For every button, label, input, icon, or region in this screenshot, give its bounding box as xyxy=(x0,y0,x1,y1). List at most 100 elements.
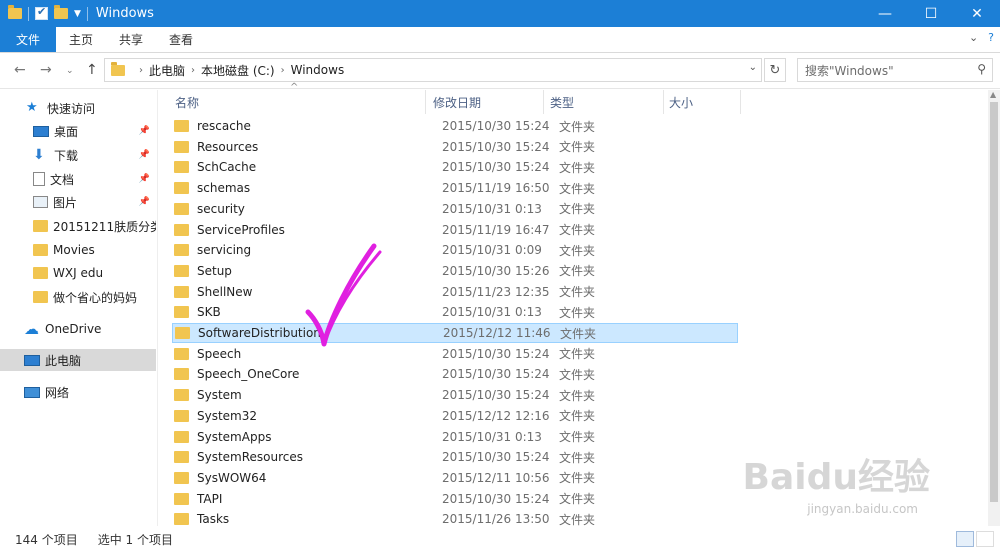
file-row[interactable]: TAPI 2015/10/30 15:24 文件夹 xyxy=(172,489,738,509)
file-date: 2015/10/30 15:26 xyxy=(442,263,550,278)
file-row[interactable]: SKB 2015/10/31 0:13 文件夹 xyxy=(172,302,738,322)
file-row[interactable]: ShellNew 2015/11/23 12:35 文件夹 xyxy=(172,282,738,302)
help-icon[interactable]: ? xyxy=(988,31,994,44)
tab-share[interactable]: 共享 xyxy=(106,27,156,52)
sidebar-item-pictures[interactable]: 图片 📌 xyxy=(0,191,156,213)
tab-home[interactable]: 主页 xyxy=(56,27,106,52)
address-bar[interactable]: › 此电脑 › 本地磁盘 (C:) › Windows ⌄ xyxy=(104,58,762,82)
tab-view[interactable]: 查看 xyxy=(156,27,206,52)
file-row[interactable]: SoftwareDistribution 2015/12/12 11:46 文件夹 xyxy=(172,323,738,343)
sidebar-item-label: 做个省心的妈妈 xyxy=(53,290,138,305)
sort-ascending-icon: ^ xyxy=(290,82,299,93)
breadcrumb-this-pc[interactable]: 此电脑 xyxy=(149,62,185,79)
window-controls: — ☐ ✕ xyxy=(862,0,1000,27)
column-header-size[interactable]: 大小 xyxy=(669,90,693,114)
file-row[interactable]: ServiceProfiles 2015/11/19 16:47 文件夹 xyxy=(172,220,738,240)
column-divider[interactable] xyxy=(425,90,426,114)
file-row[interactable]: Speech_OneCore 2015/10/30 15:24 文件夹 xyxy=(172,364,738,384)
folder-icon xyxy=(33,220,48,232)
file-row[interactable]: Speech 2015/10/30 15:24 文件夹 xyxy=(172,344,738,364)
maximize-button[interactable]: ☐ xyxy=(908,0,954,27)
breadcrumb-windows[interactable]: Windows xyxy=(291,63,345,77)
breadcrumb-local-disk[interactable]: 本地磁盘 (C:) xyxy=(201,62,275,79)
file-name: SKB xyxy=(197,305,221,320)
column-divider[interactable] xyxy=(663,90,664,114)
search-input[interactable]: 搜索"Windows" ⚲ xyxy=(797,58,993,82)
file-type: 文件夹 xyxy=(559,202,596,217)
file-name: Tasks xyxy=(197,512,230,527)
back-arrow-icon[interactable]: ← xyxy=(14,62,26,78)
file-row[interactable]: System32 2015/12/12 12:16 文件夹 xyxy=(172,406,738,426)
chevron-right-icon[interactable]: › xyxy=(281,65,285,76)
navigation-pane: ★ 快速访问 桌面 📌 ⬇ 下载 📌 文档 📌 图片 📌 20151211肤质分… xyxy=(0,90,158,526)
scroll-up-icon[interactable]: ▲ xyxy=(990,90,996,99)
column-divider[interactable] xyxy=(740,90,741,114)
folder-icon xyxy=(8,5,22,19)
folder-icon xyxy=(174,223,189,236)
large-icons-view-button[interactable] xyxy=(976,531,994,547)
file-name: Setup xyxy=(197,263,232,278)
chevron-right-icon[interactable]: › xyxy=(139,65,143,76)
sidebar-item-onedrive[interactable]: ☁ OneDrive xyxy=(0,318,156,340)
forward-arrow-icon[interactable]: → xyxy=(40,62,52,78)
recent-locations-icon[interactable]: ⌄ xyxy=(66,66,74,76)
up-arrow-icon[interactable]: ↑ xyxy=(86,62,98,78)
file-date: 2015/11/19 16:50 xyxy=(442,181,550,196)
details-view-button[interactable] xyxy=(956,531,974,547)
pc-icon xyxy=(24,354,40,366)
vertical-scrollbar[interactable]: ▲ xyxy=(988,90,1000,526)
minimize-button[interactable]: — xyxy=(862,0,908,27)
file-type: 文件夹 xyxy=(559,243,596,258)
file-row[interactable]: SchCache 2015/10/30 15:24 文件夹 xyxy=(172,157,738,177)
sidebar-item-label: 图片 xyxy=(53,195,78,210)
chevron-down-icon[interactable]: ⌄ xyxy=(749,62,757,73)
cloud-icon: ☁ xyxy=(24,320,39,338)
new-folder-icon[interactable] xyxy=(54,5,68,19)
file-row[interactable]: SysWOW64 2015/12/11 10:56 文件夹 xyxy=(172,468,738,488)
search-icon[interactable]: ⚲ xyxy=(977,62,986,76)
file-row[interactable]: SystemResources 2015/10/30 15:24 文件夹 xyxy=(172,447,738,467)
file-name: ServiceProfiles xyxy=(197,222,285,237)
file-row[interactable]: security 2015/10/31 0:13 文件夹 xyxy=(172,199,738,219)
sidebar-item-desktop[interactable]: 桌面 📌 xyxy=(0,120,156,142)
file-row[interactable]: Resources 2015/10/30 15:24 文件夹 xyxy=(172,137,738,157)
file-row[interactable]: SystemApps 2015/10/31 0:13 文件夹 xyxy=(172,427,738,447)
sidebar-item-quick-access[interactable]: ★ 快速访问 xyxy=(0,97,156,119)
file-row[interactable]: Tasks 2015/11/26 13:50 文件夹 xyxy=(172,509,738,529)
folder-icon xyxy=(174,306,189,319)
column-header-date[interactable]: 修改日期 xyxy=(433,90,481,114)
sidebar-item-downloads[interactable]: ⬇ 下载 📌 xyxy=(0,144,156,166)
scrollbar-thumb[interactable] xyxy=(990,102,998,502)
sidebar-item-wxj-edu[interactable]: WXJ edu xyxy=(0,262,156,284)
sidebar-item-documents[interactable]: 文档 📌 xyxy=(0,168,156,190)
tab-file[interactable]: 文件 xyxy=(0,27,57,52)
search-placeholder: 搜索"Windows" xyxy=(805,63,894,78)
sidebar-item-folder[interactable]: 20151211肤质分类 xyxy=(0,215,156,237)
file-date: 2015/10/30 15:24 xyxy=(442,160,550,175)
properties-icon[interactable] xyxy=(35,5,48,20)
file-type: 文件夹 xyxy=(559,285,596,300)
chevron-right-icon[interactable]: › xyxy=(191,65,195,76)
close-button[interactable]: ✕ xyxy=(954,0,1000,27)
file-row[interactable]: schemas 2015/11/19 16:50 文件夹 xyxy=(172,178,738,198)
file-row[interactable]: System 2015/10/30 15:24 文件夹 xyxy=(172,385,738,405)
column-header-type[interactable]: 类型 xyxy=(550,90,574,114)
sidebar-item-movies[interactable]: Movies xyxy=(0,239,156,261)
file-type: 文件夹 xyxy=(559,140,596,155)
column-divider[interactable] xyxy=(543,90,544,114)
sidebar-item-folder[interactable]: 做个省心的妈妈 xyxy=(0,286,156,308)
column-header-name[interactable]: 名称 xyxy=(175,90,199,114)
file-type: 文件夹 xyxy=(560,326,597,341)
sidebar-item-network[interactable]: 网络 xyxy=(0,381,156,403)
expand-ribbon-icon[interactable]: ⌄ xyxy=(969,31,978,44)
chevron-down-icon[interactable]: ▼ xyxy=(74,9,81,19)
document-icon xyxy=(33,172,45,186)
folder-icon xyxy=(111,61,125,76)
file-row[interactable]: servicing 2015/10/31 0:09 文件夹 xyxy=(172,240,738,260)
folder-icon xyxy=(175,327,190,339)
star-icon: ★ xyxy=(26,100,38,115)
refresh-button[interactable]: ↻ xyxy=(764,58,786,82)
file-row[interactable]: rescache 2015/10/30 15:24 文件夹 xyxy=(172,116,738,136)
sidebar-item-this-pc[interactable]: 此电脑 xyxy=(0,349,156,371)
file-row[interactable]: Setup 2015/10/30 15:26 文件夹 xyxy=(172,261,738,281)
